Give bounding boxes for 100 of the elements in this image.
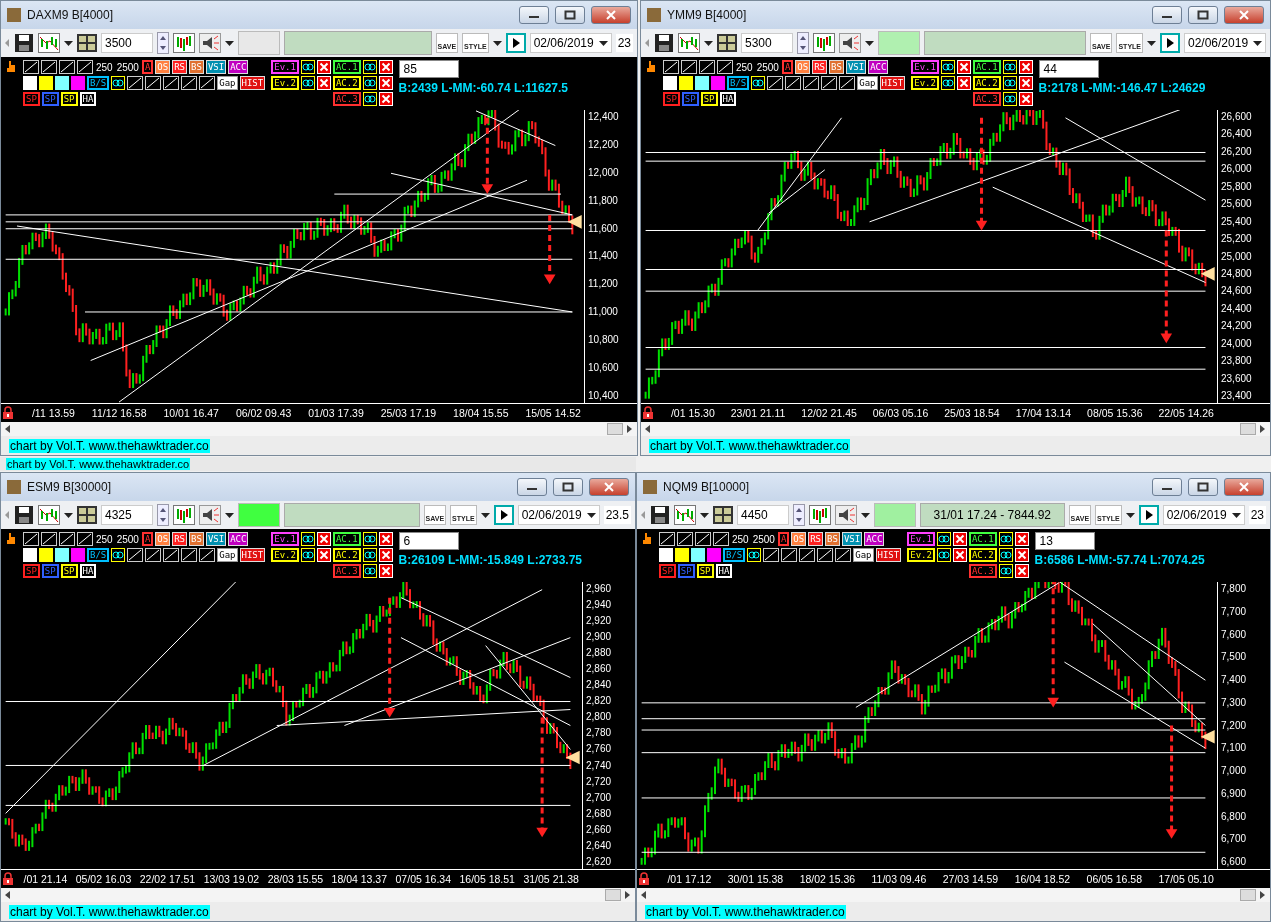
link-icon[interactable] — [940, 60, 955, 74]
calculator-icon[interactable] — [77, 34, 97, 52]
line-tool-icon[interactable] — [199, 76, 216, 90]
indicator-button[interactable]: SP — [60, 564, 78, 578]
chart-icon[interactable] — [38, 33, 60, 53]
indicator-button[interactable]: B/S — [87, 548, 110, 562]
scroll-left-icon[interactable] — [645, 425, 651, 433]
indicator-button[interactable]: SP — [696, 564, 714, 578]
link-icon[interactable] — [998, 564, 1013, 578]
indicator-button[interactable]: B/S — [723, 548, 746, 562]
close-icon[interactable] — [378, 92, 393, 106]
indicator-button[interactable]: RS — [812, 60, 828, 74]
color-swatch[interactable] — [39, 548, 53, 562]
line-tool-icon[interactable] — [767, 76, 784, 90]
line-tool-icon[interactable] — [717, 60, 733, 74]
indicator-button[interactable]: B/S — [727, 76, 750, 90]
link-icon[interactable] — [300, 60, 315, 74]
caret-icon[interactable] — [225, 512, 234, 518]
indicator-button[interactable]: SP — [663, 92, 680, 106]
close-icon[interactable] — [316, 76, 331, 90]
event-button[interactable]: Ev.2 — [907, 548, 935, 562]
lock-icon[interactable] — [1, 406, 15, 420]
line-tool-icon[interactable] — [835, 548, 852, 562]
indicator-button[interactable]: Gap — [853, 548, 874, 562]
line-tool-icon[interactable] — [59, 60, 75, 74]
time-field[interactable]: 23 — [615, 34, 633, 52]
scroll-thumb[interactable] — [607, 423, 623, 435]
scroll-thumb[interactable] — [1240, 423, 1256, 435]
horizontal-scrollbar[interactable] — [1, 888, 635, 902]
indicator-button[interactable]: ACC — [228, 60, 249, 74]
close-icon[interactable] — [1014, 548, 1029, 562]
time-field[interactable]: 23.5 — [603, 506, 631, 524]
speaker-icon[interactable] — [835, 505, 857, 525]
event-button[interactable]: AC.2 — [968, 548, 997, 562]
event-button[interactable]: Ev.2 — [911, 76, 939, 90]
color-swatch[interactable] — [23, 548, 37, 562]
indicator-button[interactable]: HIST — [239, 548, 266, 562]
scroll-thumb[interactable] — [1240, 889, 1256, 901]
close-icon[interactable] — [1018, 60, 1033, 74]
indicator-button[interactable]: Gap — [217, 548, 238, 562]
minimize-button[interactable] — [1152, 478, 1182, 496]
line-tool-icon[interactable] — [41, 60, 57, 74]
color-swatch[interactable] — [39, 76, 53, 90]
close-icon[interactable] — [378, 548, 393, 562]
link-icon[interactable] — [300, 76, 315, 90]
link-icon[interactable] — [747, 548, 762, 562]
link-icon[interactable] — [300, 548, 315, 562]
line-tool-icon[interactable] — [663, 60, 679, 74]
event-button[interactable]: AC.3 — [332, 92, 361, 106]
indicator-button[interactable]: SP — [23, 92, 40, 106]
caret-icon[interactable] — [492, 40, 502, 46]
close-icon[interactable] — [952, 532, 967, 546]
spinner-icon[interactable] — [797, 32, 809, 54]
line-tool-icon[interactable] — [181, 548, 198, 562]
link-icon[interactable] — [362, 548, 377, 562]
indicator-button[interactable]: A — [777, 532, 790, 546]
link-icon[interactable] — [362, 564, 377, 578]
indicator-button[interactable]: A — [141, 532, 154, 546]
value-field[interactable]: 44 — [1038, 60, 1099, 78]
indicator-button[interactable]: HA — [79, 92, 97, 106]
link-icon[interactable] — [300, 532, 315, 546]
save-icon[interactable] — [654, 33, 674, 53]
event-button[interactable]: Ev.1 — [271, 60, 299, 74]
line-tool-icon[interactable] — [145, 548, 162, 562]
line-tool-icon[interactable] — [713, 532, 729, 546]
line-tool-icon[interactable] — [199, 548, 216, 562]
link-icon[interactable] — [940, 76, 955, 90]
event-button[interactable]: AC.2 — [972, 76, 1001, 90]
indicator-button[interactable]: B/S — [87, 76, 110, 90]
calculator-icon[interactable] — [717, 34, 737, 52]
indicator-button[interactable]: HA — [79, 564, 97, 578]
color-swatch[interactable] — [679, 76, 693, 90]
link-icon[interactable] — [362, 532, 377, 546]
caret-icon[interactable] — [64, 512, 73, 518]
color-swatch[interactable] — [55, 548, 69, 562]
close-icon[interactable] — [378, 532, 393, 546]
scroll-left-icon[interactable] — [5, 891, 11, 899]
indicator-button[interactable]: SP — [41, 564, 59, 578]
event-button[interactable]: AC.1 — [332, 60, 361, 74]
event-button[interactable]: Ev.1 — [907, 532, 935, 546]
indicator-button[interactable]: ACC — [228, 532, 249, 546]
line-tool-icon[interactable] — [699, 60, 715, 74]
event-button[interactable]: AC.2 — [332, 548, 361, 562]
link-icon[interactable] — [936, 548, 951, 562]
line-tool-icon[interactable] — [59, 532, 75, 546]
indicator-button[interactable]: HA — [719, 92, 737, 106]
close-icon[interactable] — [952, 548, 967, 562]
line-tool-icon[interactable] — [821, 76, 838, 90]
event-button[interactable]: AC.3 — [968, 564, 997, 578]
value-field[interactable]: 6 — [398, 532, 459, 550]
color-swatch[interactable] — [675, 548, 689, 562]
indicator-button[interactable]: SP — [681, 92, 699, 106]
event-button[interactable]: AC.1 — [972, 60, 1001, 74]
close-button[interactable] — [589, 478, 629, 496]
save-icon[interactable] — [650, 505, 670, 525]
color-swatch[interactable] — [71, 76, 85, 90]
event-button[interactable]: AC.1 — [332, 532, 361, 546]
line-tool-icon[interactable] — [163, 76, 180, 90]
lock-icon[interactable] — [1, 872, 15, 886]
link-icon[interactable] — [111, 76, 126, 90]
